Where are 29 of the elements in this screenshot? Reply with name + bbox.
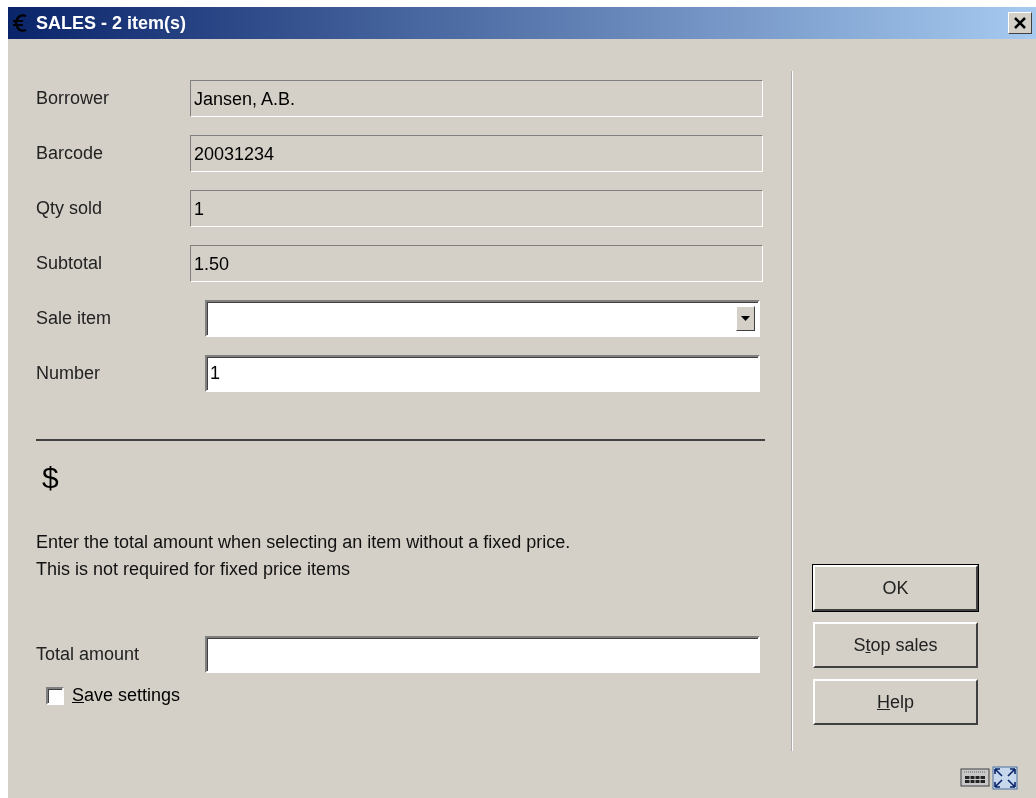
input-field[interactable]: 1 [205, 355, 760, 392]
resize-icon[interactable] [992, 766, 1018, 790]
euro-icon [12, 12, 28, 34]
field-label: Subtotal [36, 252, 104, 275]
dialog-button[interactable]: Help [813, 679, 978, 725]
instruction-text: This is not required for fixed price items [36, 558, 352, 581]
input-field[interactable] [205, 636, 760, 673]
field-label: Sale item [36, 307, 113, 330]
read-only-field: 1.50 [190, 245, 763, 282]
read-only-field: Jansen, A.B. [190, 80, 763, 117]
read-only-field: 20031234 [190, 135, 763, 172]
dollar-sign: $ [42, 460, 60, 496]
window-title: SALES - 2 item(s) [36, 11, 187, 35]
keyboard-icon[interactable] [960, 766, 990, 788]
read-only-field: 1 [190, 190, 763, 227]
close-button[interactable] [1008, 12, 1032, 34]
dialog-button[interactable]: OK [813, 565, 978, 611]
instruction-text: Enter the total amount when selecting an item without a fixed price. [36, 531, 572, 554]
dropdown-field[interactable] [205, 300, 760, 337]
checkbox-label[interactable]: Save settings [72, 682, 181, 709]
field-label: Qty sold [36, 197, 104, 220]
field-label: Number [36, 362, 102, 385]
field-label: Barcode [36, 142, 105, 165]
field-label: Borrower [36, 87, 111, 110]
caret-icon [741, 315, 750, 322]
close-icon [1013, 16, 1027, 30]
checkbox[interactable] [46, 686, 64, 705]
field-label: Total amount [36, 643, 141, 666]
dialog-button[interactable]: Stop sales [813, 622, 978, 668]
